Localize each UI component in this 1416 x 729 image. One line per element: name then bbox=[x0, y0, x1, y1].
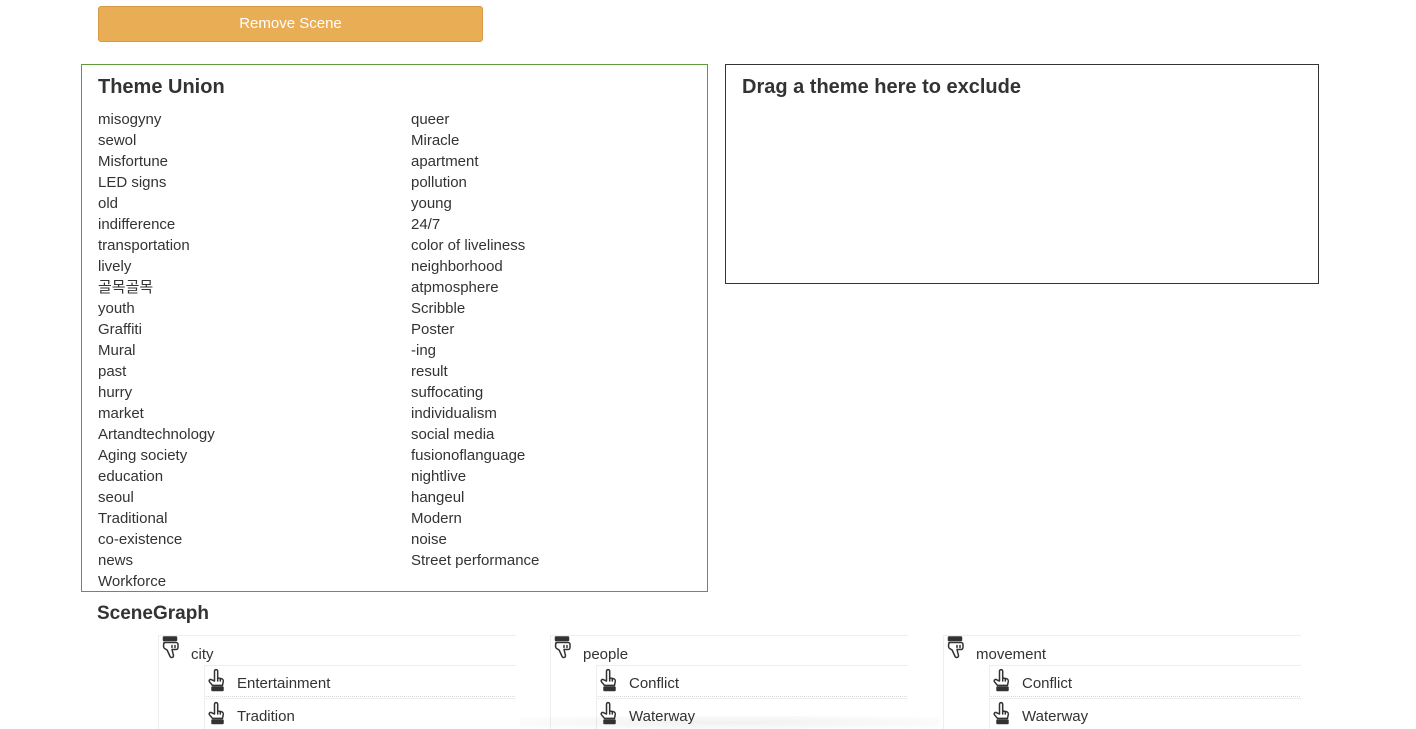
exclude-zone-title: Drag a theme here to exclude bbox=[742, 76, 1021, 98]
scene-tree-child[interactable]: Waterway bbox=[596, 698, 908, 729]
theme-item[interactable]: apartment bbox=[411, 151, 539, 172]
theme-item[interactable]: past bbox=[98, 361, 215, 382]
theme-item[interactable]: misogyny bbox=[98, 109, 215, 130]
scene-tree-child[interactable]: Tradition bbox=[204, 698, 516, 729]
scene-tree: people Conflict Waterway bbox=[550, 635, 908, 729]
theme-item[interactable]: Traditional bbox=[98, 508, 215, 529]
theme-item[interactable]: 24/7 bbox=[411, 214, 539, 235]
theme-item[interactable]: Graffiti bbox=[98, 319, 215, 340]
scene-node-label[interactable]: movement bbox=[976, 646, 1046, 663]
pointing-up-hand-icon[interactable] bbox=[207, 668, 227, 692]
scene-node-label[interactable]: Waterway bbox=[629, 708, 695, 725]
scene-tree-child[interactable]: Conflict bbox=[596, 665, 908, 697]
scene-tree-child[interactable]: Conflict bbox=[989, 665, 1301, 697]
theme-item[interactable]: lively bbox=[98, 256, 215, 277]
theme-item[interactable]: nightlive bbox=[411, 466, 539, 487]
theme-item[interactable]: young bbox=[411, 193, 539, 214]
theme-item[interactable]: queer bbox=[411, 109, 539, 130]
theme-union-title: Theme Union bbox=[98, 76, 225, 98]
scenegraph-title: SceneGraph bbox=[97, 603, 209, 624]
pointing-up-hand-icon[interactable] bbox=[992, 668, 1012, 692]
theme-item[interactable]: Artandtechnology bbox=[98, 424, 215, 445]
theme-item[interactable]: color of liveliness bbox=[411, 235, 539, 256]
theme-item[interactable]: pollution bbox=[411, 172, 539, 193]
pointing-down-hand-icon[interactable] bbox=[944, 636, 966, 662]
theme-item[interactable]: co-existence bbox=[98, 529, 215, 550]
theme-item[interactable]: transportation bbox=[98, 235, 215, 256]
theme-item[interactable]: Workforce bbox=[98, 571, 215, 592]
scene-tree-root[interactable]: city Entertainment Tradition bbox=[158, 635, 516, 729]
theme-item[interactable]: Scribble bbox=[411, 298, 539, 319]
theme-item[interactable]: sewol bbox=[98, 130, 215, 151]
scene-tree-child[interactable]: Entertainment bbox=[204, 665, 516, 697]
theme-item[interactable]: Misfortune bbox=[98, 151, 215, 172]
scene-tree: city Entertainment Tradition bbox=[158, 635, 516, 729]
theme-item[interactable]: Modern bbox=[411, 508, 539, 529]
theme-item[interactable]: Miracle bbox=[411, 130, 539, 151]
theme-item[interactable]: education bbox=[98, 466, 215, 487]
theme-item[interactable]: LED signs bbox=[98, 172, 215, 193]
scene-tree-root[interactable]: people Conflict Waterway bbox=[550, 635, 908, 729]
scene-tree-root[interactable]: movement Conflict Waterway bbox=[943, 635, 1301, 729]
theme-item[interactable]: result bbox=[411, 361, 539, 382]
pointing-up-hand-icon[interactable] bbox=[992, 701, 1012, 725]
theme-item[interactable]: indifference bbox=[98, 214, 215, 235]
scene-node-label[interactable]: Conflict bbox=[1022, 675, 1072, 692]
scene-tree-child[interactable]: Waterway bbox=[989, 698, 1301, 729]
theme-item[interactable]: noise bbox=[411, 529, 539, 550]
theme-item[interactable]: individualism bbox=[411, 403, 539, 424]
theme-list-right: queer Miracle apartment pollution young 24/7 c… bbox=[411, 109, 539, 571]
theme-item[interactable]: hangeul bbox=[411, 487, 539, 508]
scene-node-label[interactable]: Conflict bbox=[629, 675, 679, 692]
remove-scene-button[interactable]: Remove Scene bbox=[98, 6, 483, 42]
theme-item[interactable]: suffocating bbox=[411, 382, 539, 403]
pointing-up-hand-icon[interactable] bbox=[599, 668, 619, 692]
pointing-down-hand-icon[interactable] bbox=[159, 636, 181, 662]
pointing-down-hand-icon[interactable] bbox=[551, 636, 573, 662]
theme-item[interactable]: Street performance bbox=[411, 550, 539, 571]
scene-node-label[interactable]: city bbox=[191, 646, 214, 663]
pointing-up-hand-icon[interactable] bbox=[207, 701, 227, 725]
scene-node-label[interactable]: people bbox=[583, 646, 628, 663]
theme-item[interactable]: market bbox=[98, 403, 215, 424]
scene-node-label[interactable]: Tradition bbox=[237, 708, 295, 725]
theme-item[interactable]: -ing bbox=[411, 340, 539, 361]
theme-item[interactable]: atpmosphere bbox=[411, 277, 539, 298]
scene-node-label[interactable]: Entertainment bbox=[237, 675, 330, 692]
theme-item[interactable]: 골목골목 bbox=[98, 277, 215, 298]
theme-item[interactable]: fusionoflanguage bbox=[411, 445, 539, 466]
scene-tree: movement Conflict Waterway bbox=[943, 635, 1301, 729]
pointing-up-hand-icon[interactable] bbox=[599, 701, 619, 725]
theme-item[interactable]: social media bbox=[411, 424, 539, 445]
theme-item[interactable]: youth bbox=[98, 298, 215, 319]
theme-list-left: misogyny sewol Misfortune LED signs old indif… bbox=[98, 109, 215, 592]
theme-item[interactable]: hurry bbox=[98, 382, 215, 403]
theme-item[interactable]: Mural bbox=[98, 340, 215, 361]
theme-item[interactable]: Aging society bbox=[98, 445, 215, 466]
theme-union-panel: Theme Union misogyny sewol Misfortune LED s… bbox=[81, 64, 708, 592]
theme-item[interactable]: neighborhood bbox=[411, 256, 539, 277]
exclude-drop-zone[interactable]: Drag a theme here to exclude bbox=[725, 64, 1319, 284]
theme-item[interactable]: seoul bbox=[98, 487, 215, 508]
theme-item[interactable]: Poster bbox=[411, 319, 539, 340]
theme-item[interactable]: news bbox=[98, 550, 215, 571]
scene-node-label[interactable]: Waterway bbox=[1022, 708, 1088, 725]
theme-item[interactable]: old bbox=[98, 193, 215, 214]
